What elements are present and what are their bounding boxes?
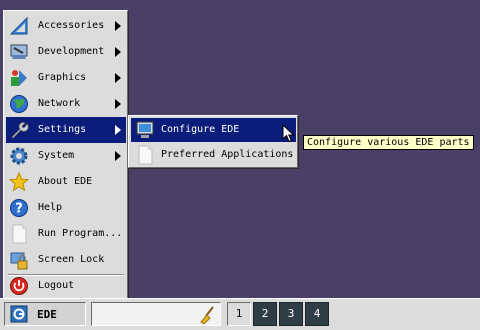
menu-item-accessories[interactable]: Accessories (6, 13, 126, 39)
graphics-icon (11, 70, 27, 86)
menu-item-label: Screen Lock (38, 254, 105, 265)
submenu-arrow-icon (115, 47, 121, 57)
star-icon (9, 172, 29, 192)
mouse-cursor-icon (282, 124, 295, 143)
workspace-3-button[interactable]: 3 (279, 302, 303, 326)
taskbar: EDE 1 2 3 4 (0, 298, 480, 330)
submenu-arrow-icon (115, 21, 121, 31)
gear-icon (10, 147, 28, 165)
ede-logo-icon (10, 305, 28, 323)
start-menu-label: EDE (37, 308, 57, 321)
menu-item-label: Graphics (38, 72, 87, 83)
submenu-arrow-icon (115, 125, 121, 135)
menu-item-label: About EDE (38, 176, 93, 187)
submenu-arrow-icon (115, 151, 121, 161)
document-icon (12, 224, 27, 244)
menu-item-label: Settings (38, 124, 87, 135)
lock-icon (10, 252, 28, 270)
menu-item-help[interactable]: ? Help (6, 195, 126, 221)
taskbar-window-list[interactable] (91, 302, 221, 326)
menu-item-settings[interactable]: Settings (6, 117, 126, 143)
menu-item-network[interactable]: Network (6, 91, 126, 117)
submenu-item-configure-ede[interactable]: Configure EDE (131, 118, 296, 142)
submenu-item-preferred-applications[interactable]: Preferred Applications (131, 143, 296, 167)
tooltip: Configure various EDE parts (303, 135, 474, 150)
menu-item-label: Run Program... (38, 228, 123, 239)
submenu-item-label: Configure EDE (161, 124, 240, 135)
menu-item-run-program[interactable]: Run Program... (6, 221, 126, 247)
workspace-4-button[interactable]: 4 (305, 302, 329, 326)
help-icon: ? (10, 199, 28, 217)
workspace-1-button[interactable]: 1 (227, 302, 251, 326)
menu-item-label: Accessories (38, 20, 105, 31)
development-icon (10, 44, 28, 59)
wrench-icon (11, 122, 29, 139)
workspace-2-button[interactable]: 2 (253, 302, 277, 326)
main-menu: Accessories Development Graphics Network (3, 10, 128, 299)
submenu-item-label: Preferred Applications (161, 149, 294, 160)
menu-item-label: Network (38, 98, 81, 109)
menu-item-development[interactable]: Development (6, 39, 126, 65)
document-icon (138, 145, 153, 165)
broom-icon[interactable] (198, 305, 216, 324)
submenu-arrow-icon (115, 99, 121, 109)
submenu-arrow-icon (115, 73, 121, 83)
menu-item-label: System (38, 150, 75, 161)
menu-item-graphics[interactable]: Graphics (6, 65, 126, 91)
network-globe-icon (10, 95, 28, 113)
menu-item-logout[interactable]: Logout (6, 273, 126, 299)
start-menu-button[interactable]: EDE (4, 302, 86, 326)
menu-item-screen-lock[interactable]: Screen Lock (6, 247, 126, 273)
power-icon (10, 277, 28, 295)
monitor-icon (136, 121, 154, 138)
accessories-icon (9, 16, 28, 35)
settings-submenu: Configure EDE Preferred Applications (128, 115, 298, 168)
menu-item-about[interactable]: About EDE (6, 169, 126, 195)
svg-text:?: ? (15, 202, 23, 217)
menu-item-label: Logout (38, 280, 75, 291)
menu-item-label: Development (38, 46, 105, 57)
workspace-pager: 1 2 3 4 (227, 302, 331, 326)
menu-item-system[interactable]: System (6, 143, 126, 169)
menu-item-label: Help (38, 202, 63, 213)
